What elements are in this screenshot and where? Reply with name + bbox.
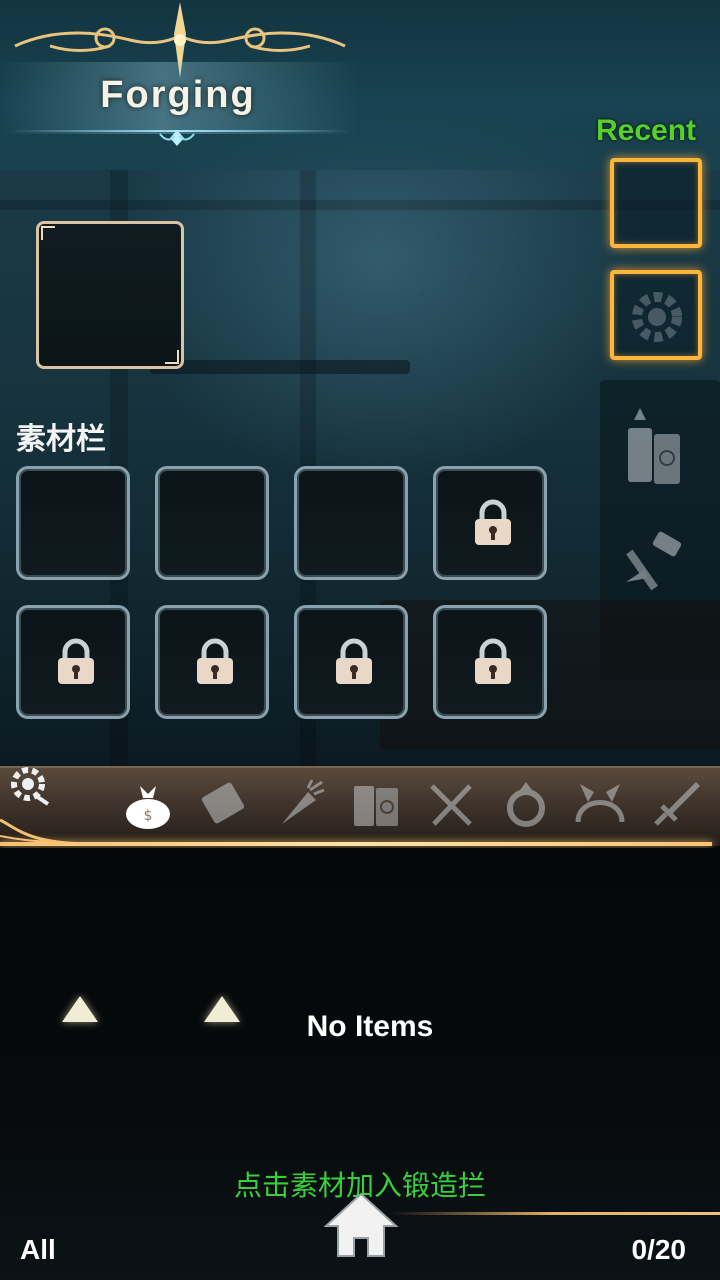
book-icon[interactable]: [348, 776, 404, 832]
up-arrow-icon[interactable]: [204, 996, 240, 1022]
home-icon[interactable]: [322, 1190, 400, 1260]
material-slot-6[interactable]: [155, 605, 269, 719]
lock-icon: [336, 638, 372, 684]
lock-icon: [475, 499, 511, 545]
material-slot-8[interactable]: [433, 605, 547, 719]
cutlery-icon[interactable]: [424, 776, 480, 832]
forge-target-slot[interactable]: [36, 221, 184, 369]
empty-list-text: No Items: [306, 1010, 434, 1043]
recent-slot-2[interactable]: [610, 270, 702, 360]
material-slot-4[interactable]: [433, 466, 547, 580]
up-arrow-icon[interactable]: [62, 996, 98, 1022]
scroll-icon[interactable]: [196, 776, 252, 832]
settings-gear-icon[interactable]: [6, 762, 54, 810]
filter-all-button[interactable]: All: [20, 1234, 56, 1266]
category-divider: [0, 842, 712, 846]
footer-divider: [390, 1212, 720, 1215]
material-slot-2[interactable]: [155, 466, 269, 580]
material-slot-5[interactable]: [16, 605, 130, 719]
gear-icon: [632, 292, 682, 342]
item-count: 0/20: [631, 1234, 687, 1265]
sword-icon[interactable]: [648, 776, 704, 832]
hammer-icon[interactable]: [618, 526, 690, 598]
recent-label: Recent: [596, 114, 697, 147]
material-slot-1[interactable]: [16, 466, 130, 580]
svg-text:$: $: [144, 808, 153, 824]
books-icon[interactable]: [620, 400, 690, 490]
material-slot-3[interactable]: [294, 466, 408, 580]
headband-icon[interactable]: [572, 776, 628, 832]
lock-icon: [475, 638, 511, 684]
recent-slot-1[interactable]: [610, 158, 702, 248]
bag-icon[interactable]: $: [120, 776, 176, 832]
carrot-icon[interactable]: [272, 776, 328, 832]
material-slot-7[interactable]: [294, 605, 408, 719]
lock-icon: [58, 638, 94, 684]
material-bar-label: 素材栏: [16, 423, 106, 456]
ring-icon[interactable]: [498, 776, 554, 832]
title-gem-icon: [159, 130, 195, 146]
page-title: Forging: [100, 74, 256, 116]
lock-icon: [197, 638, 233, 684]
